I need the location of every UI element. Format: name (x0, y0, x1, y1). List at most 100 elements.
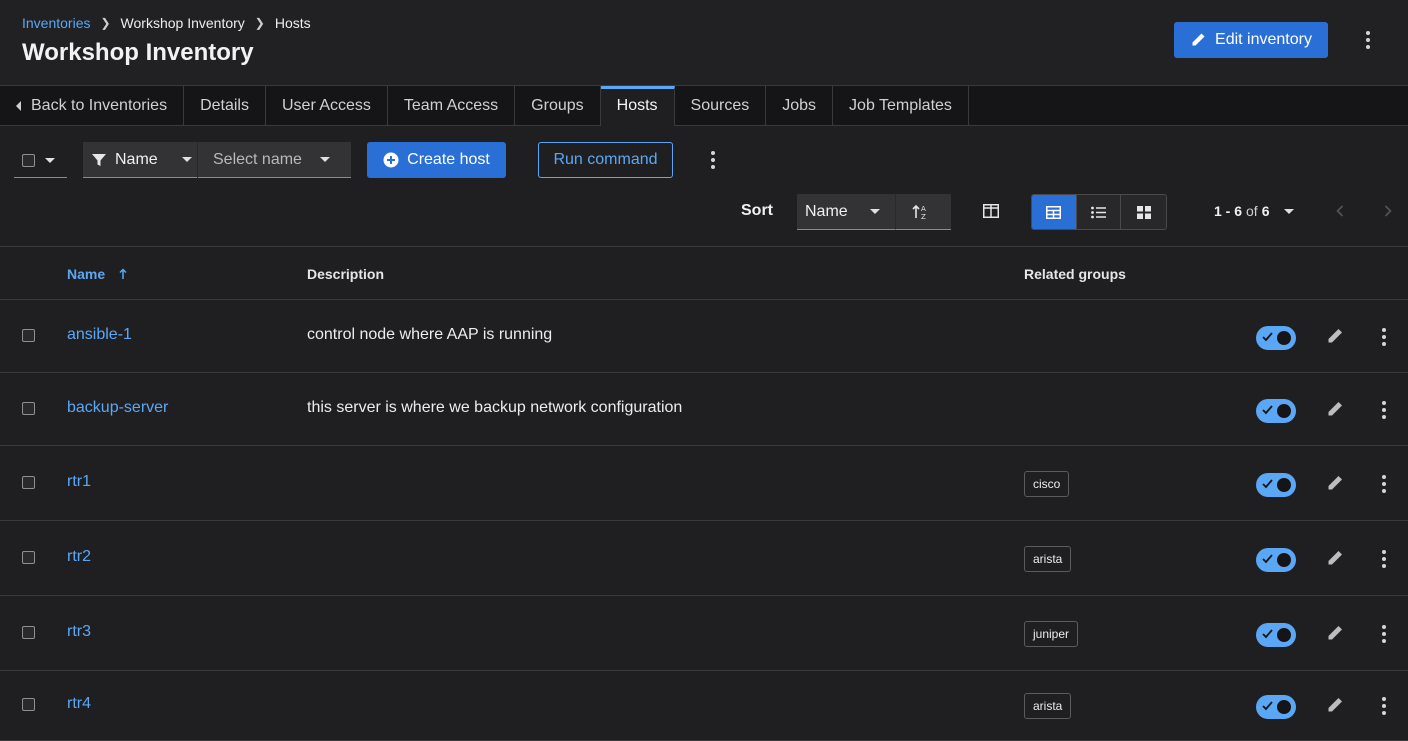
row-actions-kebab-icon[interactable] (1374, 400, 1394, 420)
breadcrumb-inventories-link[interactable]: Inventories (22, 15, 90, 31)
toggle-knob (1277, 700, 1291, 714)
chevron-right-icon: ❯ (100, 16, 111, 30)
page-header: Inventories ❯ Workshop Inventory ❯ Hosts… (0, 0, 1408, 86)
toggle-knob (1277, 403, 1291, 418)
column-header-description: Description (307, 266, 385, 282)
card-view-button[interactable] (1121, 195, 1166, 229)
edit-inventory-button[interactable]: Edit inventory (1174, 22, 1328, 58)
host-name-link[interactable]: rtr4 (67, 695, 91, 713)
pagination-toggle[interactable]: 1 - 6 of 6 (1214, 203, 1294, 219)
tab-groups[interactable]: Groups (515, 86, 601, 126)
list-icon (1091, 206, 1106, 218)
table-row: rtr3 juniper (0, 596, 1408, 671)
bulk-select-dropdown[interactable] (14, 144, 67, 178)
toggle-knob (1277, 477, 1291, 492)
table-row: rtr4 arista (0, 671, 1408, 741)
check-icon (1262, 553, 1273, 563)
sort-ascending-icon: A Z (912, 204, 926, 220)
related-group-chip[interactable]: juniper (1024, 620, 1079, 647)
sort-field-select[interactable]: Name (797, 194, 895, 230)
edit-host-pencil-icon[interactable] (1326, 400, 1344, 418)
host-enabled-toggle[interactable] (1256, 622, 1296, 647)
row-select-checkbox[interactable] (22, 328, 35, 342)
list-view-button[interactable] (1076, 195, 1122, 229)
row-select-checkbox[interactable] (22, 401, 35, 415)
page-title: Workshop Inventory (22, 39, 254, 66)
row-actions-kebab-icon[interactable] (1374, 327, 1394, 347)
pagination-of: of (1246, 203, 1258, 219)
toolbar-kebab-icon[interactable] (703, 148, 723, 172)
tab-back-to-inventories[interactable]: Back to Inventories (0, 86, 185, 126)
related-group-chip[interactable]: cisco (1024, 470, 1070, 497)
row-actions-kebab-icon[interactable] (1374, 696, 1394, 716)
caret-down-icon (181, 157, 192, 162)
host-description: this server is where we backup network c… (307, 398, 683, 416)
edit-host-pencil-icon[interactable] (1326, 327, 1344, 345)
tab-details[interactable]: Details (184, 86, 266, 126)
host-enabled-toggle[interactable] (1256, 472, 1296, 497)
host-enabled-toggle[interactable] (1256, 398, 1296, 423)
column-header-related-groups: Related groups (1024, 266, 1126, 282)
breadcrumb: Inventories ❯ Workshop Inventory ❯ Hosts (22, 15, 311, 31)
row-select-checkbox[interactable] (22, 698, 35, 711)
host-enabled-toggle[interactable] (1256, 695, 1296, 719)
toggle-knob (1277, 552, 1291, 567)
filter-group: Name Select name (83, 141, 351, 178)
host-name-link[interactable]: ansible-1 (67, 326, 132, 344)
row-select-checkbox[interactable] (22, 550, 35, 564)
edit-host-pencil-icon[interactable] (1326, 549, 1344, 567)
next-page-icon[interactable] (1381, 204, 1395, 218)
tab-job-templates[interactable]: Job Templates (833, 86, 969, 126)
check-icon (1262, 478, 1273, 488)
tab-team-access[interactable]: Team Access (388, 86, 516, 126)
pencil-icon (1192, 33, 1205, 46)
column-header-name[interactable]: Name (67, 266, 127, 282)
filter-attribute-select[interactable]: Name (83, 141, 198, 178)
row-actions-kebab-icon[interactable] (1374, 624, 1394, 644)
select-all-checkbox[interactable] (22, 154, 35, 167)
create-host-button[interactable]: Create host (367, 142, 506, 178)
table-icon (1046, 205, 1062, 219)
toggle-knob (1277, 627, 1291, 642)
tab-sources[interactable]: Sources (675, 86, 767, 126)
host-name-link[interactable]: rtr2 (67, 548, 91, 566)
previous-page-icon[interactable] (1333, 204, 1347, 218)
table-view-button[interactable] (1032, 195, 1077, 229)
host-description: control node where AAP is running (307, 325, 553, 343)
breadcrumb-current: Hosts (274, 15, 311, 31)
host-enabled-toggle[interactable] (1256, 325, 1296, 350)
related-group-chip[interactable]: arista (1024, 545, 1072, 572)
grid-icon (1136, 205, 1151, 219)
edit-host-pencil-icon[interactable] (1326, 624, 1344, 642)
edit-host-pencil-icon[interactable] (1326, 696, 1344, 714)
related-group-chip[interactable]: arista (1024, 693, 1072, 719)
chevron-right-icon: ❯ (254, 16, 265, 30)
header-actions-kebab-icon[interactable] (1358, 28, 1378, 52)
host-name-link[interactable]: backup-server (67, 399, 168, 417)
host-enabled-toggle[interactable] (1256, 547, 1296, 572)
caret-left-icon (16, 101, 21, 111)
edit-host-pencil-icon[interactable] (1326, 474, 1344, 492)
tab-hosts[interactable]: Hosts (600, 86, 675, 126)
host-name-link[interactable]: rtr1 (67, 473, 91, 491)
row-actions-kebab-icon[interactable] (1374, 549, 1394, 569)
tab-user-access[interactable]: User Access (266, 86, 388, 126)
sort-direction-button[interactable]: A Z (895, 194, 951, 230)
table-row: rtr2 arista (0, 521, 1408, 596)
row-select-checkbox[interactable] (22, 475, 35, 489)
sort-arrow-up-icon (119, 268, 127, 279)
plus-circle-icon (383, 152, 399, 168)
sort-label: Sort (741, 202, 773, 219)
svg-text:A: A (921, 205, 926, 213)
caret-down-icon (319, 157, 330, 162)
filter-value-select[interactable]: Select name (198, 142, 351, 178)
pagination-range: 1 - 6 (1214, 203, 1243, 219)
tab-jobs[interactable]: Jobs (766, 86, 834, 126)
view-mode-toggle (1031, 194, 1167, 230)
run-command-button[interactable]: Run command (538, 142, 673, 178)
table-row: rtr1 cisco (0, 446, 1408, 521)
host-name-link[interactable]: rtr3 (67, 623, 91, 641)
row-select-checkbox[interactable] (22, 625, 35, 639)
manage-columns-icon[interactable] (980, 200, 1002, 222)
row-actions-kebab-icon[interactable] (1374, 474, 1394, 494)
